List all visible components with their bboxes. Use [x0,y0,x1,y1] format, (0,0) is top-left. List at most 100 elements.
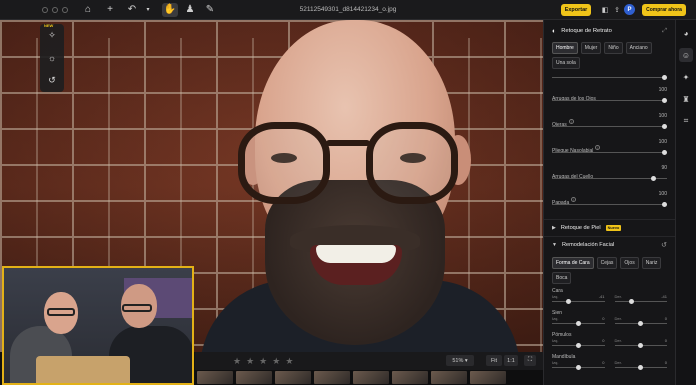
minimize-window-button[interactable] [52,6,58,13]
filmstrip-thumbnail[interactable] [392,371,428,384]
star-rating[interactable]: ★ ★ ★ ★ ★ [233,356,293,367]
slider-track[interactable] [552,299,605,304]
buy-now-button[interactable]: Comprar ahora [642,4,686,16]
fullscreen-icon[interactable]: ⛶ [524,355,536,366]
slider-track[interactable] [552,365,605,370]
home-icon[interactable]: ⌂ [80,3,96,17]
left-side-slider[interactable]: Izq. 0 [552,360,605,372]
undo-icon[interactable]: ↶ [124,3,140,17]
left-side-slider[interactable]: Izq. -41 [552,294,605,306]
slider-knob[interactable] [575,343,581,348]
info-icon[interactable]: i [568,119,574,125]
slider-knob[interactable] [575,321,581,326]
expand-icon[interactable]: ⤢ [662,28,667,35]
slider-knob[interactable] [638,365,644,370]
subject-type-chip[interactable]: Mujer [580,42,602,54]
right-side-slider[interactable]: Der. 0 [614,316,667,328]
retouch-slider[interactable]: Ojeras i 100 [544,113,675,135]
slider-knob[interactable] [628,299,634,304]
close-window-button[interactable] [42,6,48,13]
retouch-slider[interactable]: Arrugas de los Ojos 100 [544,87,675,109]
face-part-chip[interactable]: Nariz [641,257,662,269]
zoom-window-button[interactable] [62,6,68,13]
slider-track[interactable] [552,98,667,103]
slider-track[interactable] [614,299,667,304]
slider-track[interactable] [552,321,605,326]
info-icon[interactable]: i [571,197,577,203]
face-part-chip[interactable]: Forma de Cara [552,257,594,269]
star-icon[interactable]: ★ [246,356,254,367]
subject-type-chip[interactable]: Una sola [552,57,580,69]
zoom-select[interactable]: 51% ▾ [446,355,474,366]
skin-retouch-section[interactable]: ▶ Retoque de Piel Nuevo [544,219,675,236]
avatar[interactable]: P [624,4,635,15]
subject-type-chip[interactable]: Hombre [552,42,578,54]
filmstrip-thumbnail[interactable] [236,371,272,384]
share-icon[interactable]: ⇪ [612,5,622,15]
reset-icon[interactable]: ↺ [661,241,667,249]
right-side-slider[interactable]: Der. 0 [614,338,667,350]
subject-type-chip[interactable]: Niño [604,42,623,54]
zoom-value: 51% [452,357,464,364]
star-icon[interactable]: ★ [259,356,267,367]
hand-tool-icon[interactable]: ✋ [162,2,178,17]
slider-track[interactable] [614,365,667,370]
star-icon[interactable]: ★ [233,356,241,367]
retouch-slider[interactable]: Papada i 100 [544,191,675,213]
slider-knob[interactable] [638,343,644,348]
filmstrip-thumbnail[interactable] [314,371,350,384]
slider-track[interactable] [552,176,667,181]
slider-knob[interactable] [662,98,667,103]
paint-icon[interactable]: ✦ [679,70,693,84]
face-part-chip[interactable]: Cejas [596,257,618,269]
left-side-slider[interactable]: Izq. 0 [552,316,605,328]
slider-knob[interactable] [566,299,572,304]
history-icon[interactable]: ↺ [48,75,56,86]
filmstrip-thumbnail[interactable] [431,371,467,384]
slider-knob[interactable] [651,176,656,181]
slider-track[interactable] [552,202,667,207]
retouch-slider[interactable]: Pliegue Nasolabial i 100 [544,139,675,161]
slider-track[interactable] [552,124,667,129]
master-slider[interactable] [544,73,675,83]
compare-icon[interactable]: ◧ [600,5,610,15]
add-icon[interactable]: + [102,3,118,17]
slider-knob[interactable] [662,124,667,129]
fit-button[interactable]: Fit [486,355,502,366]
star-icon[interactable]: ★ [285,356,293,367]
left-side-slider[interactable]: Izq. 0 [552,338,605,350]
slider-track[interactable] [552,150,667,155]
star-icon[interactable]: ★ [272,356,280,367]
export-button[interactable]: Exportar [561,4,591,16]
slider-track[interactable] [552,343,605,348]
filmstrip-thumbnail[interactable] [353,371,389,384]
palette-icon[interactable]: ◕ [679,26,693,40]
slider-knob[interactable] [575,365,581,370]
filmstrip-thumbnail[interactable] [197,371,233,384]
stamp-tool-icon[interactable]: ♟ [182,3,198,17]
slider-knob[interactable] [662,150,667,155]
slider-knob[interactable] [662,202,667,207]
right-side-slider[interactable]: Der. 0 [614,360,667,372]
slider-track[interactable] [614,321,667,326]
crop-icon[interactable]: ⌗ [679,114,693,128]
filmstrip-thumbnail[interactable] [470,371,506,384]
magic-wand-icon[interactable]: ✧ [48,30,56,41]
face-reshape-section[interactable]: ▼ Remodelación Facial ↺ [544,236,675,253]
face-part-chip[interactable]: Boca [552,272,572,284]
slider-track[interactable] [614,343,667,348]
sun-icon[interactable]: ☼ [48,53,56,63]
face-part-chip[interactable]: Ojos [620,257,639,269]
portrait-tool-icon[interactable]: ☺ [679,48,693,62]
shirt-icon[interactable]: ♜ [679,92,693,106]
filmstrip-thumbnail[interactable] [275,371,311,384]
slider-knob[interactable] [638,321,644,326]
master-slider-knob[interactable] [662,75,667,80]
chevron-down-icon[interactable]: ▾ [140,3,156,17]
right-side-slider[interactable]: Der. -41 [614,294,667,306]
actual-size-button[interactable]: 1:1 [504,355,518,366]
brush-tool-icon[interactable]: ✎ [202,3,218,17]
info-icon[interactable]: i [595,145,601,151]
retouch-slider[interactable]: Arrugas del Cuello 90 [544,165,675,187]
subject-type-chip[interactable]: Anciano [625,42,652,54]
